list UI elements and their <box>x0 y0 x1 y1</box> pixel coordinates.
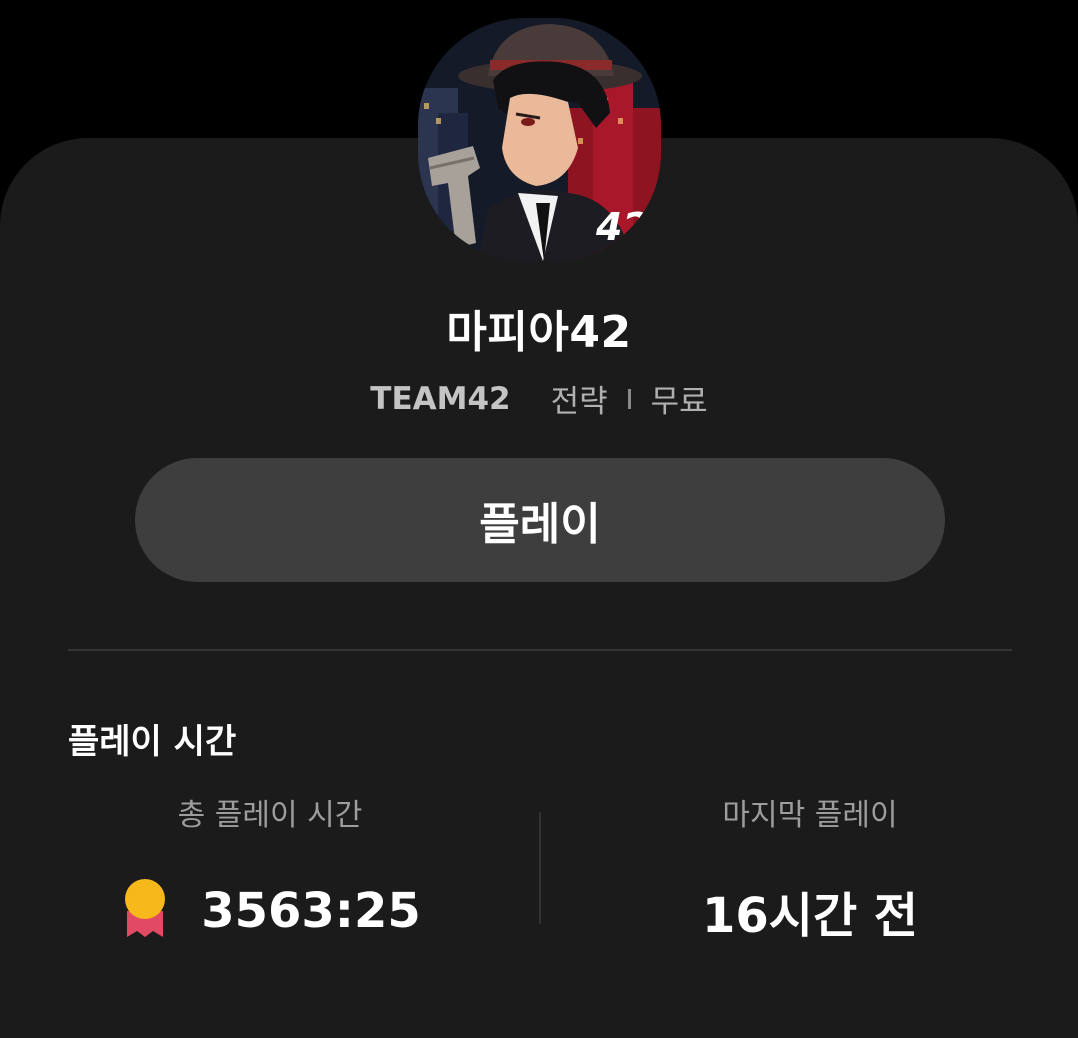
app-title: 마피아42 <box>446 307 632 358</box>
price-label: 무료 <box>650 384 708 420</box>
developer-name: TEAM42 <box>370 380 511 417</box>
section-divider <box>68 649 1012 651</box>
total-playtime-value: 3563:25 <box>201 883 421 939</box>
app-icon: 42 <box>418 18 661 261</box>
genre-label: 전략 <box>550 384 608 420</box>
last-played-label: 마지막 플레이 <box>722 798 898 833</box>
app-meta: TEAM42 전략 무료 <box>0 376 1078 421</box>
last-played-value: 16시간 전 <box>702 888 918 944</box>
meta-separator <box>627 388 631 409</box>
playtime-section-title: 플레이 시간 <box>68 722 237 762</box>
last-played-stat: 마지막 플레이 16시간 전 <box>540 796 1078 946</box>
total-playtime-label: 총 플레이 시간 <box>177 798 363 833</box>
medal-icon <box>125 879 166 937</box>
play-button[interactable]: 플레이 <box>135 458 945 582</box>
total-playtime-stat: 총 플레이 시간 3563:25 <box>0 796 540 946</box>
